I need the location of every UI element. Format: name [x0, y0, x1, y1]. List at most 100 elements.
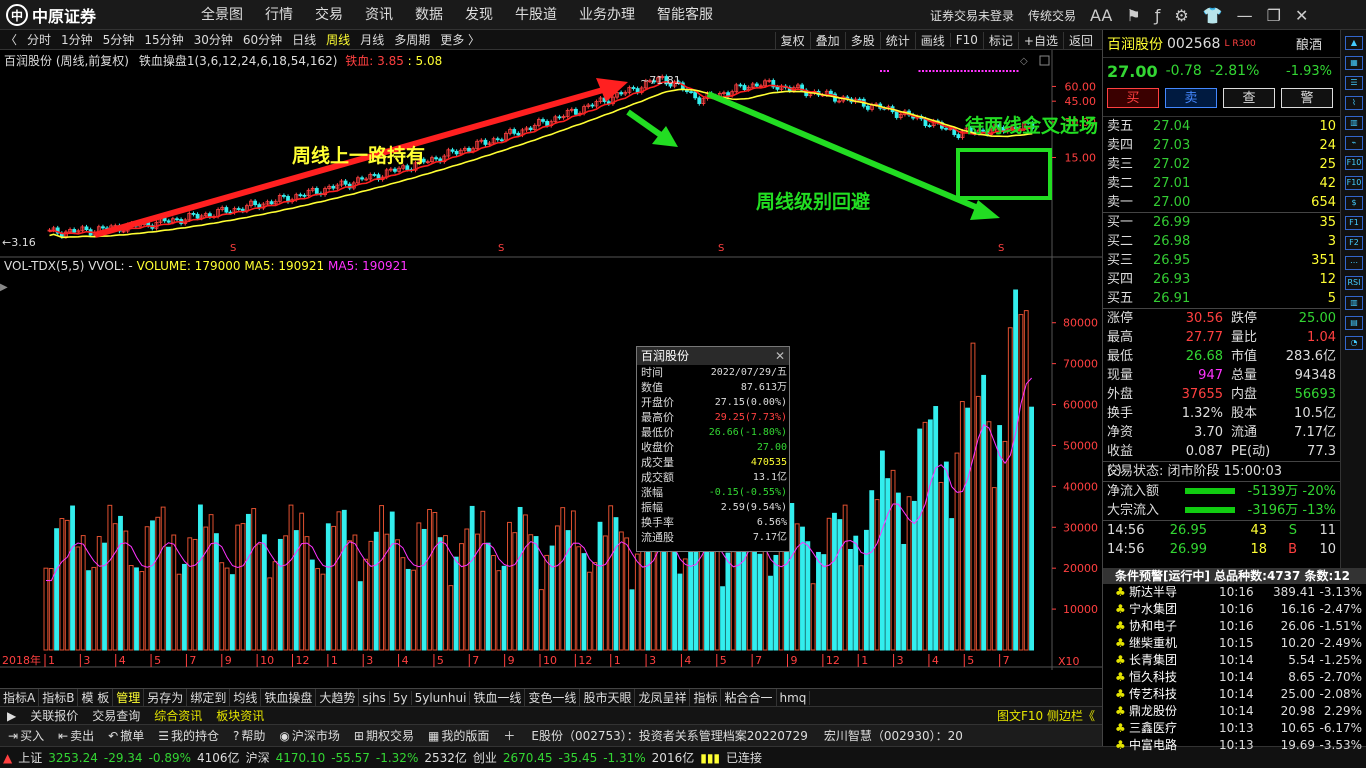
arrow-up-icon[interactable]: ▲: [1345, 36, 1363, 50]
period-0[interactable]: 分时: [22, 31, 56, 48]
period-tool-2[interactable]: 多股: [844, 31, 880, 49]
indicator-tab-3[interactable]: 管理: [113, 689, 145, 706]
info-tab-1[interactable]: 交易查询: [85, 707, 147, 724]
alert-row[interactable]: ♣ 传艺科技 10:14 25.00 -2.08%: [1103, 686, 1366, 703]
tool-btn-1[interactable]: 卖出: [70, 727, 100, 744]
period-9[interactable]: 多周期: [389, 31, 435, 48]
pie-icon[interactable]: ◔: [1345, 336, 1363, 350]
indicator-tab-12[interactable]: 铁血一线: [470, 689, 526, 706]
tool-btn-7[interactable]: 我的版面: [441, 727, 495, 744]
close-icon[interactable]: ✕: [1295, 6, 1308, 25]
menu-item-8[interactable]: 智能客服: [646, 0, 724, 30]
menu-item-7[interactable]: 业务办理: [568, 0, 646, 30]
grid-icon[interactable]: ▦: [1345, 56, 1363, 70]
tool-btn-0[interactable]: 买入: [20, 727, 50, 744]
info-tab-0[interactable]: 关联报价: [23, 707, 85, 724]
chevron-left-icon[interactable]: 〈: [0, 31, 22, 48]
order-book-row[interactable]: 卖三 27.02 25: [1103, 155, 1340, 174]
sell-icon[interactable]: ⇤: [50, 729, 70, 743]
menu-item-4[interactable]: 数据: [404, 0, 454, 30]
indicator-tab-9[interactable]: sjhs: [359, 690, 390, 705]
order-book-row[interactable]: 卖五 27.04 10: [1103, 117, 1340, 136]
formula-icon[interactable]: ƒ: [1155, 6, 1161, 25]
flag-icon[interactable]: ⚑: [1126, 6, 1140, 25]
help-icon[interactable]: ?: [225, 729, 241, 743]
period-tool-5[interactable]: F10: [949, 33, 983, 47]
order-book-row[interactable]: 买五 26.91 5: [1103, 289, 1340, 308]
indicator-tab-14[interactable]: 股市天眼: [580, 689, 636, 706]
alert-row[interactable]: ♣ 三鑫医疗 10:13 10.65 -6.17%: [1103, 720, 1366, 737]
dots-icon[interactable]: ⋯: [1345, 256, 1363, 270]
period-4[interactable]: 30分钟: [189, 31, 238, 48]
line-icon[interactable]: ⌁: [1345, 136, 1363, 150]
undo-icon[interactable]: ↶: [100, 729, 120, 743]
news-ticker[interactable]: E股份（002753）：投资者关系管理档案20220729: [523, 727, 815, 744]
indicator-tab-4[interactable]: 另存为: [144, 689, 188, 706]
period-6[interactable]: 日线: [287, 31, 321, 48]
period-tool-1[interactable]: 叠加: [809, 31, 845, 49]
list-icon[interactable]: ☰: [1345, 76, 1363, 90]
alert-row[interactable]: ♣ 长青集团 10:14 5.54 -1.25%: [1103, 652, 1366, 669]
period-tool-7[interactable]: +自选: [1017, 31, 1063, 49]
alert-row[interactable]: ♣ 斯达半导 10:16 389.41 -3.13%: [1103, 584, 1366, 601]
order-book-row[interactable]: 买四 26.93 12: [1103, 270, 1340, 289]
gear-icon[interactable]: ⚙: [1174, 6, 1188, 25]
alert-row[interactable]: ♣ 继柴重机 10:15 10.20 -2.49%: [1103, 635, 1366, 652]
f10-icon[interactable]: F10: [1345, 176, 1363, 190]
minimize-icon[interactable]: —: [1237, 6, 1253, 25]
add-icon[interactable]: ＋: [495, 727, 523, 744]
period-2[interactable]: 5分钟: [98, 31, 140, 48]
sz-label[interactable]: 沪深: [243, 749, 273, 766]
menu-item-1[interactable]: 行情: [254, 0, 304, 30]
option-icon[interactable]: ⊞: [346, 729, 366, 743]
trade-button-2[interactable]: 查: [1223, 88, 1275, 108]
wallet-icon[interactable]: ☰: [150, 729, 171, 743]
login-status[interactable]: 证券交易未登录: [930, 7, 1014, 24]
alert-row[interactable]: ♣ 宁水集团 10:16 16.16 -2.47%: [1103, 601, 1366, 618]
chart-icon[interactable]: ⌇: [1345, 96, 1363, 110]
f10-icon[interactable]: F10: [1345, 156, 1363, 170]
period-1[interactable]: 1分钟: [56, 31, 98, 48]
trade-button-0[interactable]: 买: [1107, 88, 1159, 108]
order-book-row[interactable]: 卖一 27.00 654: [1103, 193, 1340, 212]
indicator-tab-11[interactable]: 5ylunhui: [412, 690, 471, 705]
col-icon[interactable]: ▤: [1345, 316, 1363, 330]
alert-row[interactable]: ♣ 协和电子 10:16 26.06 -1.51%: [1103, 618, 1366, 635]
menu-item-3[interactable]: 资讯: [354, 0, 404, 30]
cart-icon[interactable]: ⇥: [0, 729, 20, 743]
indicator-tab-17[interactable]: 粘合合一: [721, 689, 777, 706]
period-tool-3[interactable]: 统计: [879, 31, 915, 49]
tool-btn-3[interactable]: 我的持仓: [171, 727, 225, 744]
bars-icon[interactable]: ▥: [1345, 116, 1363, 130]
f2-icon[interactable]: F2: [1345, 236, 1363, 250]
side-panel-toggle[interactable]: 图文F10 侧边栏《: [990, 707, 1102, 724]
period-tool-4[interactable]: 画线: [914, 31, 950, 49]
period-8[interactable]: 月线: [355, 31, 389, 48]
order-book-row[interactable]: 买一 26.99 35: [1103, 213, 1340, 232]
alert-row[interactable]: ♣ 鼎龙股份 10:14 20.98 2.29%: [1103, 703, 1366, 720]
alert-row[interactable]: ♣ 中富电路 10:13 19.69 -3.53%: [1103, 737, 1366, 754]
money-icon[interactable]: $: [1345, 196, 1363, 210]
shirt-icon[interactable]: 👕: [1203, 6, 1223, 25]
indicator-tab-13[interactable]: 变色一线: [525, 689, 581, 706]
trade-button-1[interactable]: 卖: [1165, 88, 1217, 108]
market-icon[interactable]: ◉: [271, 729, 291, 743]
indicator-tab-6[interactable]: 均线: [230, 689, 262, 706]
indicator-tab-8[interactable]: 大趋势: [316, 689, 360, 706]
menu-item-6[interactable]: 牛股道: [504, 0, 568, 30]
alert-row[interactable]: ♣ 恒久科技 10:14 8.65 -2.70%: [1103, 669, 1366, 686]
period-3[interactable]: 15分钟: [139, 31, 188, 48]
menu-item-0[interactable]: 全景图: [190, 0, 254, 30]
trade-button-3[interactable]: 警: [1281, 88, 1333, 108]
sh-label[interactable]: 上证: [15, 749, 45, 766]
period-7[interactable]: 周线: [321, 31, 355, 48]
news-ticker-2[interactable]: 宏川智慧（002930）：20: [816, 727, 971, 744]
play-icon[interactable]: ▶: [0, 709, 23, 723]
indicator-tab-16[interactable]: 指标: [690, 689, 722, 706]
tool-btn-2[interactable]: 撤单: [120, 727, 150, 744]
menu-item-5[interactable]: 发现: [454, 0, 504, 30]
order-book-row[interactable]: 买二 26.98 3: [1103, 232, 1340, 251]
bars2-icon[interactable]: ▥: [1345, 296, 1363, 310]
trade-mode[interactable]: 传统交易: [1028, 7, 1076, 24]
restore-icon[interactable]: ❐: [1267, 6, 1281, 25]
